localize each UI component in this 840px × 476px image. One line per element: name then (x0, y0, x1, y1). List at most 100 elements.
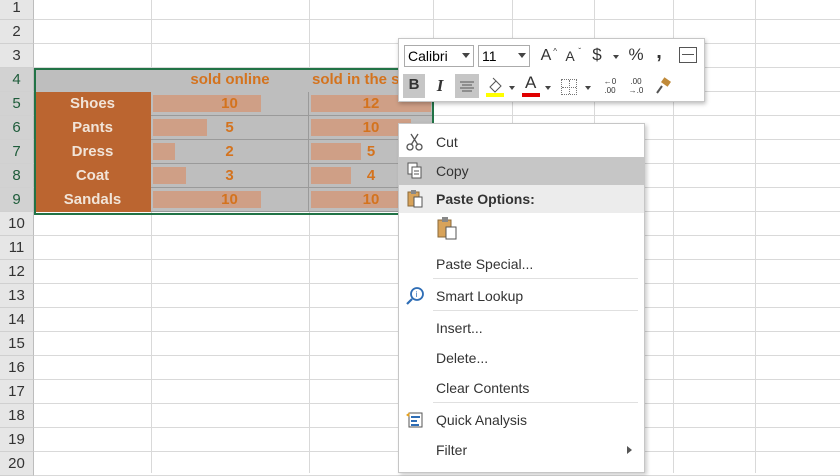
currency-icon: $ (592, 45, 602, 64)
chevron-down-icon[interactable] (545, 86, 551, 90)
menu-item-label: Filter (436, 442, 468, 458)
cell-value: 3 (225, 167, 234, 184)
menu-item-clear-contents[interactable]: Clear Contents (399, 374, 644, 402)
row-header[interactable]: 17 (0, 380, 34, 404)
row-header[interactable]: 13 (0, 284, 34, 308)
menu-item-label: Quick Analysis (436, 412, 528, 428)
row-header[interactable]: 5 (0, 92, 34, 116)
row-header[interactable]: 18 (0, 404, 34, 428)
row-header[interactable]: 10 (0, 212, 34, 236)
cell-value: 5 (225, 119, 234, 136)
row-header[interactable]: 7 (0, 140, 34, 164)
row-header[interactable]: 3 (0, 44, 34, 68)
menu-separator (433, 402, 638, 403)
cell-value: 12 (362, 95, 380, 112)
row-header[interactable]: 11 (0, 236, 34, 260)
chevron-down-icon[interactable] (585, 86, 591, 90)
row-header[interactable]: 14 (0, 308, 34, 332)
chevron-down-icon[interactable] (613, 55, 619, 59)
comma-style-button[interactable]: , (653, 41, 665, 63)
percent-button[interactable]: % (627, 44, 645, 66)
row-header[interactable]: 4 (0, 68, 34, 92)
shrink-font-button[interactable]: Aˇ (561, 45, 581, 67)
row-header[interactable]: 12 (0, 260, 34, 284)
menu-item-insert[interactable]: Insert... (399, 314, 644, 342)
font-name-box[interactable]: Calibri (404, 45, 474, 67)
caret-down-icon: ˇ (578, 47, 581, 56)
italic-button[interactable]: I (431, 75, 449, 97)
menu-item-label: Insert... (436, 320, 483, 336)
cell-value: 2 (225, 143, 234, 160)
italic-icon: I (436, 76, 444, 95)
menu-item-paste-special[interactable]: Paste Special... (399, 250, 644, 278)
menu-separator (433, 310, 638, 311)
chevron-down-icon[interactable] (509, 86, 515, 90)
row-gridline (34, 19, 840, 20)
scissors-icon (406, 133, 423, 151)
decrease-decimal-bottom: →.0 (628, 86, 644, 95)
font-color-button[interactable]: A (521, 73, 541, 99)
fill-color-button[interactable] (485, 75, 505, 99)
grow-font-label: A (540, 47, 552, 64)
menu-item-label: Smart Lookup (436, 288, 524, 304)
row-header[interactable]: 8 (0, 164, 34, 188)
row-header[interactable]: 19 (0, 428, 34, 452)
caret-up-icon: ^ (553, 47, 557, 56)
row-header[interactable]: 6 (0, 116, 34, 140)
paste-option-button[interactable] (435, 216, 459, 242)
menu-item-filter[interactable]: Filter (399, 436, 644, 464)
align-center-icon (460, 81, 474, 92)
cell-value: 10 (362, 119, 380, 136)
grow-font-button[interactable]: A ^ (537, 45, 557, 67)
menu-separator (433, 278, 638, 279)
menu-item-label: Copy (436, 163, 469, 179)
font-size-value: 11 (482, 48, 497, 64)
row-header[interactable]: 1 (0, 0, 34, 20)
decrease-decimal-button[interactable]: .00 →.0 (625, 77, 647, 99)
menu-item-delete[interactable]: Delete... (399, 344, 644, 372)
menu-item-smart-lookup[interactable]: i Smart Lookup (399, 282, 644, 310)
cell-value: 10 (221, 95, 238, 112)
bold-icon: B (408, 76, 420, 93)
merge-line (682, 54, 694, 55)
menu-item-copy[interactable]: Copy (399, 157, 644, 185)
menu-item-label: Paste Options: (436, 191, 535, 207)
increase-decimal-button[interactable]: ←0 .00 (599, 77, 621, 99)
row-header[interactable]: 16 (0, 356, 34, 380)
smart-lookup-icon: i (406, 287, 424, 305)
menu-item-quick-analysis[interactable]: Quick Analysis (399, 406, 644, 434)
menu-item-label: Delete... (436, 350, 489, 366)
font-color-letter: A (525, 73, 537, 92)
paint-bucket-icon (486, 77, 504, 97)
currency-button[interactable]: $ (589, 44, 605, 66)
shrink-font-label: A (565, 48, 575, 64)
merge-center-icon[interactable] (679, 47, 697, 63)
increase-decimal-top: ←0 (603, 77, 617, 86)
format-painter-button[interactable] (653, 77, 673, 97)
menu-item-label: Paste Special... (436, 256, 534, 272)
context-menu: Cut Copy Paste Options: Paste Special...… (398, 123, 645, 473)
menu-item-cut[interactable]: Cut (399, 128, 644, 156)
chevron-down-icon (462, 53, 470, 58)
format-painter-icon (656, 77, 671, 94)
svg-text:i: i (416, 290, 418, 299)
font-name-value: Calibri (408, 48, 448, 64)
font-size-box[interactable]: 11 (478, 45, 530, 67)
row-header[interactable]: 20 (0, 452, 34, 476)
bold-button[interactable]: B (403, 74, 425, 98)
clipboard-icon (437, 217, 457, 240)
menu-item-label: Cut (436, 134, 458, 150)
mini-toolbar: Calibri 11 A ^ Aˇ $ % , B I A ←0 .00 .00 … (398, 38, 705, 102)
menu-item-label: Clear Contents (436, 380, 530, 396)
row-header[interactable]: 15 (0, 332, 34, 356)
decrease-decimal-top: .00 (630, 77, 642, 86)
row-header[interactable]: 2 (0, 20, 34, 44)
comma-icon: , (656, 41, 662, 63)
cell-value: 10 (362, 191, 380, 208)
cell-value: 5 (366, 143, 376, 160)
chevron-down-icon (518, 53, 526, 58)
row-header[interactable]: 9 (0, 188, 34, 212)
borders-icon[interactable] (561, 79, 577, 95)
chevron-right-icon (627, 446, 632, 454)
center-align-button[interactable] (455, 74, 479, 98)
